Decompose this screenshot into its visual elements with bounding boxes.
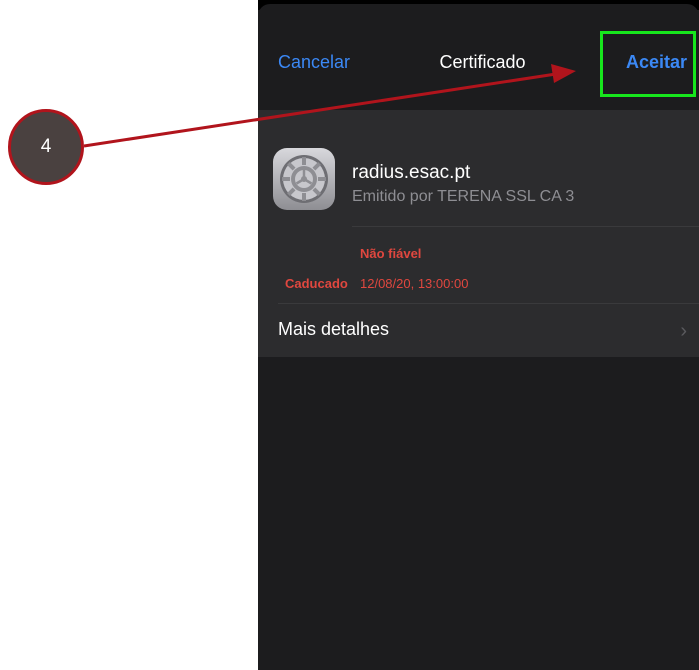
annotation-arrow: [83, 64, 576, 148]
step-number-badge: 4: [8, 109, 84, 185]
